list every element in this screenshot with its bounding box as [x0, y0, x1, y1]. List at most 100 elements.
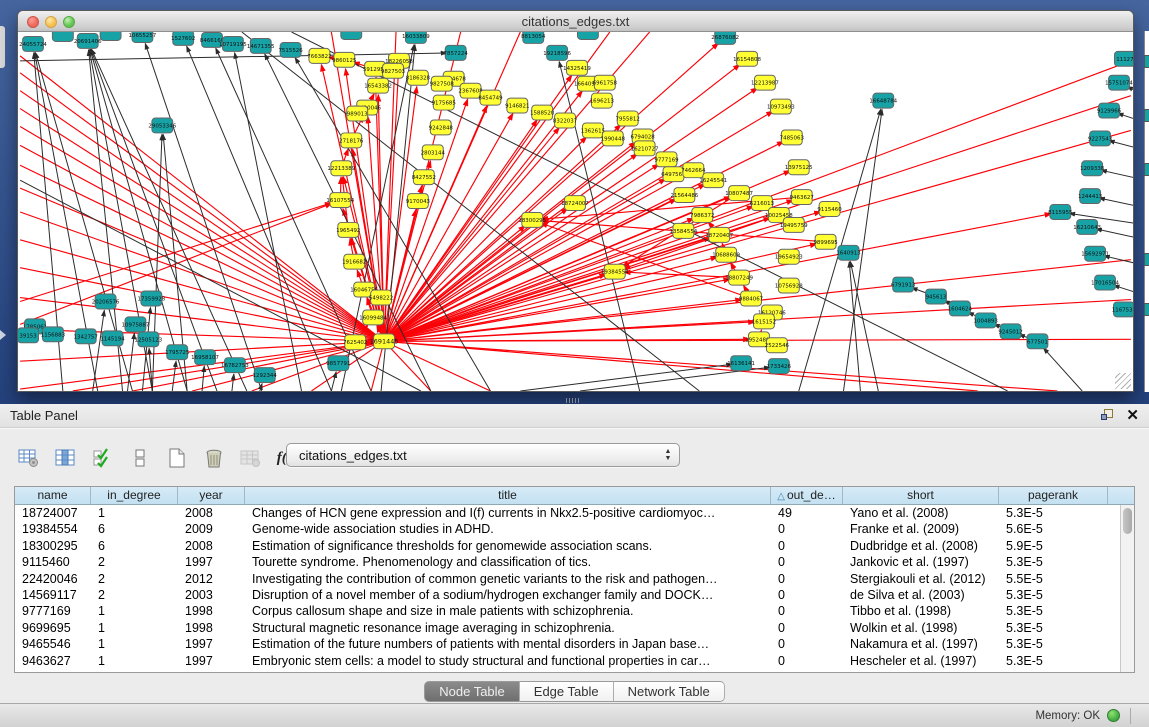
splitter-arrow-icon[interactable]: [0, 330, 6, 340]
graph-node[interactable]: 10688609: [712, 247, 740, 262]
graph-node[interactable]: 12213987: [751, 75, 779, 90]
graph-node[interactable]: 9827503: [381, 63, 406, 78]
graph-node[interactable]: 7857224: [444, 45, 469, 60]
graph-node[interactable]: 7986372: [690, 208, 714, 223]
graph-node[interactable]: 16154808: [733, 51, 761, 66]
new-column-icon[interactable]: [162, 445, 192, 471]
graph-node[interactable]: 15692971: [1081, 246, 1109, 261]
graph-edge[interactable]: [152, 134, 162, 391]
graph-node[interactable]: 9777169: [654, 152, 679, 167]
window-titlebar[interactable]: citations_edges.txt: [18, 11, 1133, 32]
graph-node[interactable]: 677501: [1027, 334, 1048, 349]
scrollbar-thumb[interactable]: [1123, 508, 1132, 534]
graph-node[interactable]: 16782753: [221, 358, 249, 373]
graph-node[interactable]: 10756928: [775, 278, 803, 293]
graph-edge[interactable]: [1043, 348, 1082, 391]
column-header-out_de[interactable]: △out_de…: [771, 487, 843, 504]
graph-edge[interactable]: [384, 99, 468, 341]
graph-node-hub[interactable]: 1691445: [370, 334, 399, 349]
graph-node[interactable]: 2718176: [339, 133, 364, 148]
graph-node[interactable]: 6791913: [891, 277, 916, 292]
citation-network-graph[interactable]: 2405572420691406106552571527602846616010…: [18, 32, 1133, 391]
graph-node[interactable]: 12505123: [134, 332, 162, 347]
graph-node[interactable]: 10719195: [219, 36, 247, 51]
column-header-pagerank[interactable]: pagerank: [999, 487, 1108, 504]
graph-node[interactable]: 1244413: [1078, 189, 1103, 204]
graph-node[interactable]: 9860125: [332, 52, 356, 67]
table-row[interactable]: 946362711997Embryonic stem cells: a mode…: [15, 653, 1134, 669]
graph-node[interactable]: 9463627: [790, 190, 814, 205]
network-canvas[interactable]: 2405572420691406106552571527602846616010…: [18, 32, 1133, 391]
memory-status-indicator[interactable]: [1107, 709, 1120, 722]
graph-node[interactable]: 1990448: [601, 131, 626, 146]
graph-node[interactable]: 18720407: [705, 227, 733, 242]
graph-node[interactable]: 10975887: [122, 317, 150, 332]
graph-node[interactable]: 9242848: [429, 120, 454, 135]
graph-node[interactable]: 19654923: [775, 249, 803, 264]
graph-node[interactable]: 19384554: [601, 264, 629, 279]
table-row[interactable]: 946554611997Estimation of the future num…: [15, 636, 1134, 652]
graph-node[interactable]: 6961758: [593, 75, 618, 90]
graph-edge[interactable]: [1099, 198, 1133, 208]
graph-node[interactable]: 1965492: [336, 222, 360, 237]
column-header-year[interactable]: year: [178, 487, 245, 504]
graph-node[interactable]: 1209338: [1080, 161, 1105, 176]
column-visibility-icon[interactable]: [51, 445, 81, 471]
graph-node[interactable]: 1640913: [836, 245, 861, 260]
column-header-in_degree[interactable]: in_degree: [91, 487, 178, 504]
tab-node-table[interactable]: Node Table: [424, 681, 520, 702]
graph-node[interactable]: 7663822: [307, 48, 331, 63]
window-resize-grip[interactable]: [1115, 373, 1131, 389]
graph-node[interactable]: 29053346: [148, 118, 176, 133]
graph-node[interactable]: 1733426: [767, 359, 792, 374]
tab-edge-table[interactable]: Edge Table: [520, 681, 614, 702]
graph-edge[interactable]: [20, 109, 384, 342]
graph-edge[interactable]: [127, 333, 134, 391]
graph-node[interactable]: 1696213: [590, 93, 615, 108]
graph-node[interactable]: 1145194: [100, 331, 125, 346]
graph-node[interactable]: 19495759: [780, 217, 808, 232]
graph-node[interactable]: 17359928: [137, 291, 165, 306]
table-scrollbar[interactable]: [1120, 505, 1134, 672]
graph-node[interactable]: 13584554: [670, 223, 698, 238]
graph-node[interactable]: 21564486: [671, 188, 699, 203]
graph-edge[interactable]: [1114, 285, 1133, 295]
table-options-icon[interactable]: [14, 445, 44, 471]
graph-node[interactable]: 8454749: [478, 90, 503, 105]
graph-node[interactable]: 8427552: [412, 170, 436, 185]
graph-node[interactable]: 15751074: [1105, 75, 1133, 90]
graph-node[interactable]: 14325419: [563, 60, 591, 75]
graph-node[interactable]: 10973493: [767, 99, 795, 114]
graph-node[interactable]: 989013: [347, 106, 368, 121]
graph-node[interactable]: 16210727: [631, 141, 659, 156]
close-panel-icon[interactable]: ✕: [1126, 406, 1139, 424]
table-row[interactable]: 1872400712008Changes of HCN gene express…: [15, 505, 1134, 521]
graph-node[interactable]: 16958107: [191, 350, 219, 365]
column-header-title[interactable]: title: [245, 487, 771, 504]
graph-node[interactable]: [52, 32, 73, 41]
graph-edge[interactable]: [172, 361, 176, 391]
graph-node[interactable]: 9899695: [813, 234, 837, 249]
graph-node[interactable]: 8322037: [553, 113, 577, 128]
graph-node[interactable]: 8115955: [1048, 205, 1072, 220]
graph-node[interactable]: 1604624: [948, 301, 973, 316]
graph-node[interactable]: 16033809: [402, 32, 430, 43]
panel-splitter-grip[interactable]: [566, 398, 580, 403]
graph-node[interactable]: 1588520: [530, 105, 555, 120]
graph-node[interactable]: 1342757: [74, 329, 98, 344]
graph-node[interactable]: 24055724: [19, 36, 47, 51]
graph-edge[interactable]: [331, 372, 336, 391]
graph-node[interactable]: 8186328: [406, 70, 431, 85]
graph-node[interactable]: 1795725: [165, 345, 189, 360]
graph-node[interactable]: 5498222: [369, 290, 393, 305]
graph-node[interactable]: 16136141: [727, 356, 755, 371]
graph-node[interactable]: 9129966: [1097, 103, 1122, 118]
graph-edge[interactable]: [232, 374, 234, 391]
graph-edge[interactable]: [520, 364, 732, 391]
graph-node[interactable]: 1615152: [752, 314, 776, 329]
table-row[interactable]: 911546021997Tourette syndrome. Phenomeno…: [15, 554, 1134, 570]
graph-node[interactable]: 9170043: [406, 194, 431, 209]
graph-node[interactable]: 2522546: [765, 338, 790, 353]
graph-node[interactable]: [341, 32, 362, 39]
graph-node[interactable]: 9857791: [326, 356, 350, 371]
